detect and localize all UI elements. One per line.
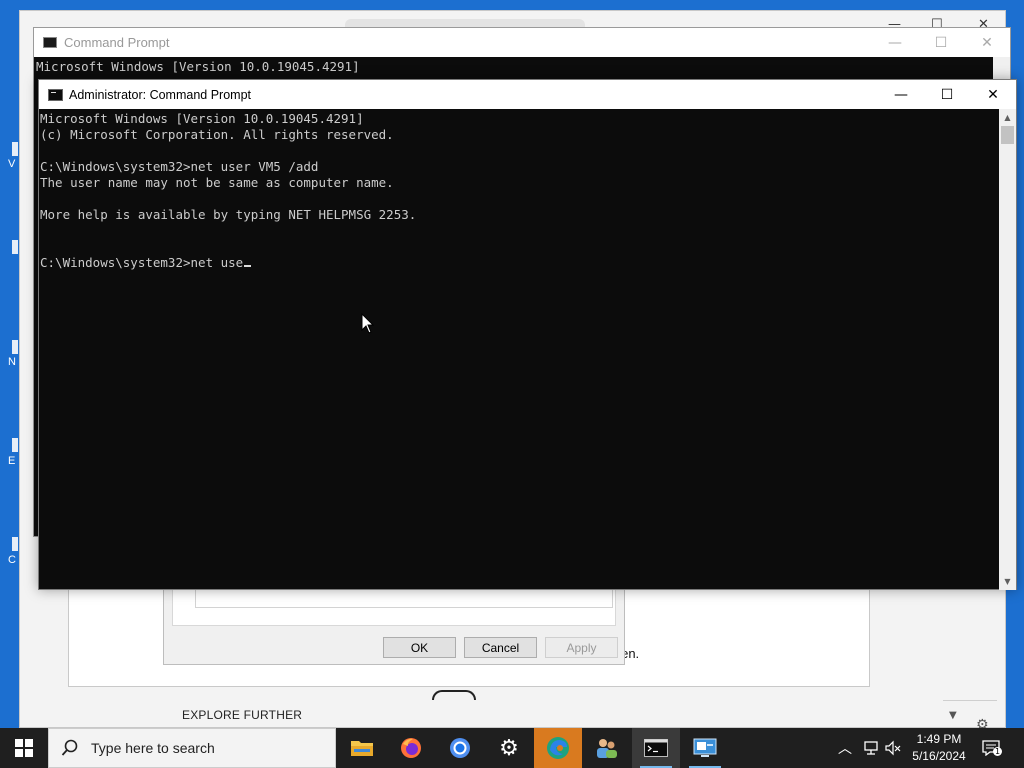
taskbar-remote-desktop[interactable] [681,728,729,768]
mouse-pointer-icon [361,313,375,334]
admin-command-prompt-window[interactable]: Administrator: Command Prompt — ☐ ✕ Micr… [38,79,1017,590]
maximize-button[interactable]: ☐ [918,28,964,57]
taskbar-chrome[interactable] [436,728,484,768]
desktop-icon-label: C [8,554,16,566]
taskbar: Type here to search ⚙ ︿ 1:49 PM 5/16/202… [0,728,1024,768]
firefox-icon [401,738,421,758]
cmd-icon [48,89,63,101]
volume-tray-button[interactable] [884,728,902,768]
apply-button[interactable]: Apply [545,637,618,658]
taskbar-edge[interactable] [534,728,582,768]
desktop-icon-label: N [8,356,16,368]
scroll-down-icon[interactable]: ▼ [949,710,957,721]
gear-icon: ⚙ [499,735,519,761]
taskbar-command-prompt[interactable] [632,728,680,768]
clock-time: 1:49 PM [916,732,962,746]
remote-desktop-icon [693,738,717,757]
users-icon [597,739,617,758]
text-cursor [244,265,252,267]
chrome-icon [450,738,470,758]
network-icon [864,741,878,755]
vertical-scrollbar[interactable]: ▲ ▼ [999,109,1016,590]
console-line: C:\Windows\system32>net user VM5 /add [40,159,319,174]
explore-further-heading: EXPLORE FURTHER [182,708,303,722]
desktop-icon[interactable] [12,537,18,551]
title-bar[interactable]: Administrator: Command Prompt — ☐ ✕ [39,80,1016,109]
scrollbar-thumb[interactable] [1001,126,1014,144]
edge-icon [547,737,569,759]
taskbar-firefox[interactable] [387,728,435,768]
notification-count-badge: 1 [993,747,1002,756]
desktop-icon[interactable] [12,142,18,156]
windows-logo-icon [15,739,33,757]
volume-muted-icon [885,740,901,756]
desktop-icon-label: V [8,158,16,170]
cmd-icon [43,37,57,48]
cancel-button[interactable]: Cancel [464,637,537,658]
terminal-icon [644,739,668,757]
console-line: The user name may not be same as compute… [40,175,394,190]
clock[interactable]: 1:49 PM 5/16/2024 [905,731,973,765]
desktop-icon[interactable] [12,240,18,254]
toggle-switch[interactable] [432,690,476,700]
search-placeholder: Type here to search [91,740,215,756]
ok-button[interactable]: OK [383,637,456,658]
network-tray-button[interactable] [862,728,880,768]
taskbar-users[interactable] [583,728,631,768]
search-box[interactable]: Type here to search [48,728,336,768]
divider [943,700,997,701]
clock-date: 5/16/2024 [912,749,966,763]
console-line: Microsoft Windows [Version 10.0.19045.42… [36,59,360,74]
console-line: Microsoft Windows [Version 10.0.19045.42… [40,111,364,126]
folder-icon [351,741,373,756]
console-output[interactable]: Microsoft Windows [Version 10.0.19045.42… [39,109,1001,590]
taskbar-file-explorer[interactable] [338,728,386,768]
window-title: Administrator: Command Prompt [69,88,252,102]
taskbar-settings[interactable]: ⚙ [485,728,533,768]
command-input-line[interactable]: C:\Windows\system32>net use [40,255,1001,271]
command-input-text: C:\Windows\system32>net use [40,255,244,270]
dialog-list [195,587,613,608]
console-line: (c) Microsoft Corporation. All rights re… [40,127,394,142]
chevron-up-icon: ︿ [838,741,852,757]
close-button[interactable]: ✕ [964,28,1010,57]
close-button[interactable]: ✕ [970,80,1016,109]
tray-overflow-button[interactable]: ︿ [838,728,852,768]
search-icon [61,739,78,756]
scroll-down-icon[interactable]: ▼ [999,573,1016,590]
title-bar[interactable]: Command Prompt — ☐ ✕ [34,28,1010,57]
desktop-icon-label: E [8,455,16,467]
action-center-button[interactable]: 1 [982,728,1002,768]
desktop-icon[interactable] [12,340,18,354]
maximize-button[interactable]: ☐ [924,80,970,109]
window-title: Command Prompt [64,35,170,50]
start-button[interactable] [0,728,48,768]
scroll-up-icon[interactable]: ▲ [999,109,1016,126]
minimize-button[interactable]: — [878,80,924,109]
console-line: More help is available by typing NET HEL… [40,207,417,222]
minimize-button[interactable]: — [872,28,918,57]
desktop-icon[interactable] [12,438,18,452]
